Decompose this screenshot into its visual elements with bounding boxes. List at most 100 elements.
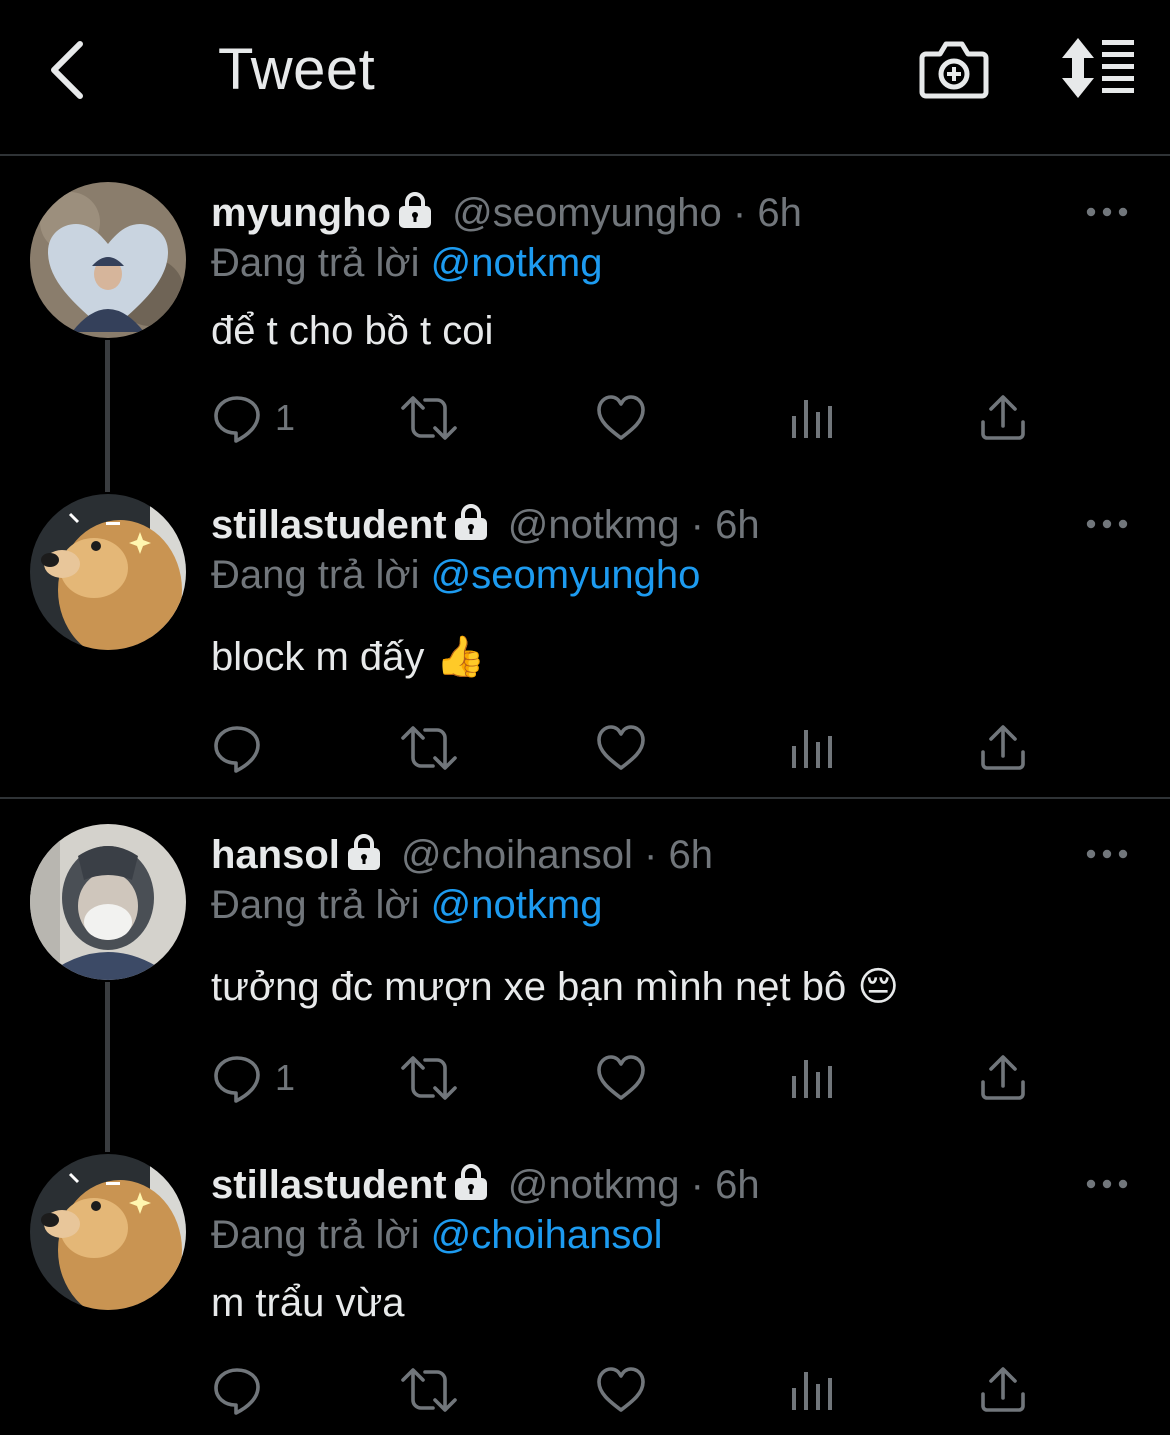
lock-icon <box>344 832 384 872</box>
timestamp: 6h <box>757 191 802 235</box>
analytics-button[interactable] <box>787 1052 839 1104</box>
like-button[interactable] <box>595 722 647 774</box>
share-icon <box>977 392 1029 444</box>
avatar-golden-retriever-icon <box>30 494 186 650</box>
reply-count: 1 <box>275 397 296 438</box>
stats-icon <box>787 1364 839 1416</box>
replying-to-link[interactable]: @notkmg <box>431 241 603 285</box>
retweet-icon <box>399 1052 459 1104</box>
more-dots-icon <box>1086 202 1128 222</box>
tweet[interactable]: stillastudent @notkmg · 6h Đang trả lời … <box>0 498 1170 788</box>
more-dots-icon <box>1086 514 1128 534</box>
like-button[interactable] <box>595 1052 647 1104</box>
reply-button[interactable] <box>211 722 263 774</box>
heart-icon <box>595 722 647 774</box>
share-button[interactable] <box>977 1364 1029 1416</box>
timestamp: 6h <box>715 503 760 547</box>
top-bar: Tweet <box>0 0 1170 156</box>
analytics-button[interactable] <box>787 1364 839 1416</box>
like-button[interactable] <box>595 392 647 444</box>
tweet[interactable]: hansol @choihansol · 6h Đang trả lời @no… <box>0 828 1170 1108</box>
more-button[interactable] <box>1086 844 1128 864</box>
tweet[interactable]: myungho @seomyungho · 6h Đang trả lời @n… <box>0 186 1170 456</box>
tweet-header: hansol @choihansol · 6h <box>211 828 713 882</box>
stats-icon <box>787 1052 839 1104</box>
avatar[interactable] <box>30 494 186 650</box>
user-handle[interactable]: @notkmg <box>508 1163 680 1207</box>
reply-icon <box>211 392 263 444</box>
separator-dot: · <box>690 503 704 547</box>
tweet-text: block m đấy 👍 <box>211 635 486 679</box>
separator-dot: · <box>644 833 658 877</box>
tweet-header: myungho @seomyungho · 6h <box>211 186 802 240</box>
tweet[interactable]: stillastudent @notkmg · 6h Đang trả lời … <box>0 1158 1170 1428</box>
avatar[interactable] <box>30 824 186 980</box>
replying-to-label: Đang trả lời <box>211 553 420 597</box>
display-name[interactable]: stillastudent <box>211 503 447 547</box>
more-dots-icon <box>1086 844 1128 864</box>
more-button[interactable] <box>1086 1174 1128 1194</box>
retweet-button[interactable] <box>399 1364 459 1416</box>
lock-icon <box>395 190 435 230</box>
sort-button[interactable] <box>1058 36 1138 100</box>
replying-to-label: Đang trả lời <box>211 883 420 927</box>
timestamp: 6h <box>668 833 713 877</box>
user-handle[interactable]: @seomyungho <box>452 191 722 235</box>
camera-plus-icon <box>919 41 989 99</box>
user-handle[interactable]: @notkmg <box>508 503 680 547</box>
tweet-actions: 1 <box>211 392 1051 444</box>
retweet-button[interactable] <box>399 392 459 444</box>
reply-icon <box>211 1364 263 1416</box>
replying-to-link[interactable]: @choihansol <box>431 1213 663 1257</box>
stats-icon <box>787 722 839 774</box>
avatar-hooded-mask-icon <box>30 824 186 980</box>
tweet-header: stillastudent @notkmg · 6h <box>211 498 760 552</box>
share-button[interactable] <box>977 722 1029 774</box>
back-button[interactable] <box>40 36 96 104</box>
avatar[interactable] <box>30 1154 186 1310</box>
reply-button[interactable]: 1 <box>211 392 295 444</box>
share-icon <box>977 1364 1029 1416</box>
avatar[interactable] <box>30 182 186 338</box>
page-title: Tweet <box>218 37 376 102</box>
replying-to-label: Đang trả lời <box>211 241 420 285</box>
heart-icon <box>595 392 647 444</box>
analytics-button[interactable] <box>787 722 839 774</box>
sort-icon <box>1062 38 1134 98</box>
replying-to: Đang trả lời @choihansol <box>211 1208 663 1262</box>
share-button[interactable] <box>977 392 1029 444</box>
retweet-icon <box>399 722 459 774</box>
stats-icon <box>787 392 839 444</box>
display-name[interactable]: hansol <box>211 833 340 877</box>
retweet-button[interactable] <box>399 1052 459 1104</box>
analytics-button[interactable] <box>787 392 839 444</box>
share-button[interactable] <box>977 1052 1029 1104</box>
reply-icon <box>211 722 263 774</box>
like-button[interactable] <box>595 1364 647 1416</box>
reply-button[interactable] <box>211 1364 263 1416</box>
thread-divider <box>0 797 1170 799</box>
display-name[interactable]: myungho <box>211 191 391 235</box>
reply-icon <box>211 1052 263 1104</box>
display-name[interactable]: stillastudent <box>211 1163 447 1207</box>
more-button[interactable] <box>1086 514 1128 534</box>
tweet-text: để t cho bồ t coi <box>211 309 494 353</box>
reply-button[interactable]: 1 <box>211 1052 295 1104</box>
camera-button[interactable] <box>918 36 990 102</box>
separator-dot: · <box>732 191 747 235</box>
avatar-heart-photo-icon <box>30 182 186 338</box>
tweet-text: m trẩu vừa <box>211 1281 405 1325</box>
replying-to-link[interactable]: @notkmg <box>431 883 603 927</box>
replying-to-link[interactable]: @seomyungho <box>431 553 701 597</box>
retweet-button[interactable] <box>399 722 459 774</box>
replying-to: Đang trả lời @notkmg <box>211 236 602 290</box>
tweet-actions <box>211 1364 1051 1416</box>
more-button[interactable] <box>1086 202 1128 222</box>
tweet-actions <box>211 722 1051 774</box>
timestamp: 6h <box>715 1163 760 1207</box>
lock-icon <box>451 502 491 542</box>
user-handle[interactable]: @choihansol <box>401 833 633 877</box>
tweet-header: stillastudent @notkmg · 6h <box>211 1158 760 1212</box>
avatar-golden-retriever-icon <box>30 1154 186 1310</box>
retweet-icon <box>399 392 459 444</box>
